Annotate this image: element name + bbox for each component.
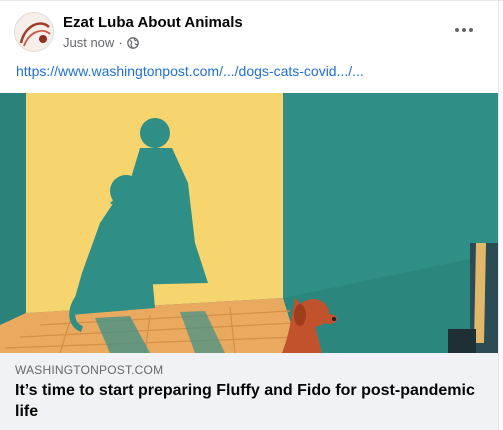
avatar-image: [15, 13, 53, 51]
preview-headline[interactable]: It’s time to start preparing Fluffy and …: [15, 380, 475, 422]
post-timestamp[interactable]: Just now: [63, 35, 114, 50]
side-divider: [498, 0, 499, 430]
preview-source: WASHINGTONPOST.COM: [15, 363, 164, 377]
illustration-dog-and-man: [0, 93, 498, 353]
post-card: Ezat Luba About Animals Just now · https…: [0, 0, 503, 430]
post-meta: Just now ·: [63, 35, 139, 50]
link-preview-image[interactable]: [0, 93, 498, 353]
more-dots-icon: [455, 28, 473, 32]
more-options-button[interactable]: [446, 16, 482, 44]
post-link[interactable]: https://www.washingtonpost.com/.../dogs-…: [16, 63, 364, 79]
page-name[interactable]: Ezat Luba About Animals: [63, 14, 243, 31]
globe-icon[interactable]: [126, 36, 139, 49]
avatar[interactable]: [14, 12, 54, 52]
meta-separator: ·: [118, 35, 123, 50]
top-divider: [0, 0, 503, 1]
link-preview-caption[interactable]: WASHINGTONPOST.COM It’s time to start pr…: [0, 353, 498, 430]
